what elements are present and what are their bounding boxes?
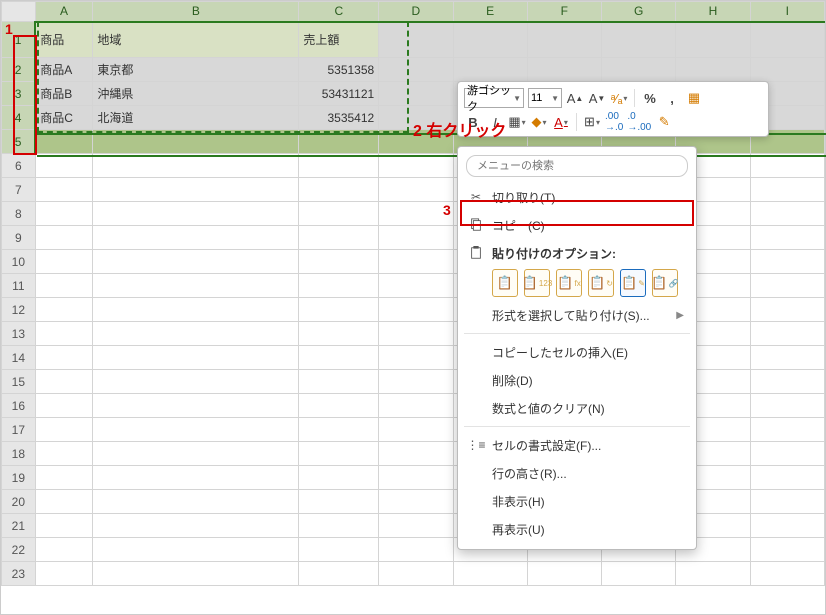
row-header-10[interactable]: 10 [2, 250, 36, 274]
row-header-5[interactable]: 5 [2, 130, 36, 154]
cell-B2[interactable]: 東京都 [93, 58, 299, 82]
row-header-7[interactable]: 7 [2, 178, 36, 202]
select-all-corner[interactable] [2, 2, 36, 22]
menu-hide[interactable]: 非表示(H) [458, 487, 696, 515]
row-header-8[interactable]: 8 [2, 202, 36, 226]
cell-C4[interactable]: 3535412 [299, 106, 379, 130]
col-header-H[interactable]: H [676, 2, 750, 22]
decrease-decimal-icon[interactable]: .00→.0 [605, 112, 623, 132]
decrease-font-icon[interactable]: A▼ [588, 88, 606, 108]
row-header-16[interactable]: 16 [2, 394, 36, 418]
font-name-combo[interactable]: 游ゴシック▼ [464, 88, 524, 108]
cell-B3[interactable]: 沖縄県 [93, 82, 299, 106]
border-icon[interactable]: ▦▾ [508, 112, 526, 132]
row-header-11[interactable]: 11 [2, 274, 36, 298]
cell-C3[interactable]: 53431121 [299, 82, 379, 106]
cell-G1[interactable] [601, 22, 675, 58]
menu-delete[interactable]: 削除(D) [458, 366, 696, 394]
menu-cut[interactable]: ✂ 切り取り(T) [458, 183, 696, 211]
row-header-14[interactable]: 14 [2, 346, 36, 370]
cut-icon: ✂ [468, 190, 484, 204]
annotation-1: 1 [5, 21, 13, 37]
font-size-combo[interactable]: 11▼ [528, 88, 562, 108]
menu-paste-options-label: 貼り付けのオプション: [458, 239, 696, 267]
paste-icon [468, 246, 484, 260]
row-header-22[interactable]: 22 [2, 538, 36, 562]
row-header-9[interactable]: 9 [2, 226, 36, 250]
comma-icon[interactable]: , [663, 88, 681, 108]
row-header-15[interactable]: 15 [2, 370, 36, 394]
col-header-I[interactable]: I [750, 2, 824, 22]
percent-icon[interactable]: % [641, 88, 659, 108]
col-header-A[interactable]: A [35, 2, 93, 22]
row-header-23[interactable]: 23 [2, 562, 36, 586]
table-format-icon[interactable]: ▦ [685, 88, 703, 108]
cell-D1[interactable] [379, 22, 453, 58]
paste-option-values[interactable]: 📋123 [524, 269, 550, 297]
cell-C1[interactable]: 売上額 [299, 22, 379, 58]
paste-option-link[interactable]: 📋🔗 [652, 269, 678, 297]
paste-option-formatting[interactable]: 📋✎ [620, 269, 646, 297]
row-header-12[interactable]: 12 [2, 298, 36, 322]
menu-insert-copied[interactable]: コピーしたセルの挿入(E) [458, 338, 696, 366]
increase-decimal-icon[interactable]: .0→.00 [627, 112, 651, 132]
col-header-F[interactable]: F [527, 2, 601, 22]
menu-unhide[interactable]: 再表示(U) [458, 515, 696, 543]
context-menu: ✂ 切り取り(T) コピー(C) 貼り付けのオプション: 📋 📋123 📋fx … [457, 146, 697, 550]
cell-A2[interactable]: 商品A [35, 58, 93, 82]
paste-options-row: 📋 📋123 📋fx 📋↻ 📋✎ 📋🔗 [458, 267, 696, 301]
fill-color-icon[interactable]: ◆▾ [530, 112, 548, 132]
annotation-2: 2 右クリック [413, 117, 506, 141]
menu-search[interactable] [466, 155, 688, 177]
cell-B1[interactable]: 地域 [93, 22, 299, 58]
row-header-19[interactable]: 19 [2, 466, 36, 490]
merge-center-icon[interactable]: ⊞▾ [583, 112, 601, 132]
menu-format-cells[interactable]: ⋮≡ セルの書式設定(F)... [458, 431, 696, 459]
cell-H1[interactable] [676, 22, 750, 58]
menu-paste-special[interactable]: 形式を選択して貼り付け(S)... ▶ [458, 301, 696, 329]
row-header-20[interactable]: 20 [2, 490, 36, 514]
row-header-18[interactable]: 18 [2, 442, 36, 466]
menu-clear[interactable]: 数式と値のクリア(N) [458, 394, 696, 422]
row-header-17[interactable]: 17 [2, 418, 36, 442]
cell-A1[interactable]: 商品 [35, 22, 93, 58]
font-color-icon[interactable]: A▾ [552, 112, 570, 132]
menu-separator [464, 333, 690, 334]
paste-option-all[interactable]: 📋 [492, 269, 518, 297]
col-header-G[interactable]: G [601, 2, 675, 22]
paste-option-formulas[interactable]: 📋fx [556, 269, 582, 297]
copy-icon [468, 218, 484, 232]
row-header-4[interactable]: 4 [2, 106, 36, 130]
col-header-E[interactable]: E [453, 2, 527, 22]
cell-C2[interactable]: 5351358 [299, 58, 379, 82]
cell-E1[interactable] [453, 22, 527, 58]
cell-A4[interactable]: 商品C [35, 106, 93, 130]
row-header-13[interactable]: 13 [2, 322, 36, 346]
annotation-3: 3 [443, 202, 451, 218]
cell-F1[interactable] [527, 22, 601, 58]
cell-I1[interactable] [750, 22, 824, 58]
submenu-arrow-icon: ▶ [676, 310, 684, 321]
col-header-C[interactable]: C [299, 2, 379, 22]
column-header-row[interactable]: A B C D E F G H I [2, 2, 825, 22]
format-cells-icon: ⋮≡ [468, 438, 484, 452]
menu-separator [464, 426, 690, 427]
row-header-21[interactable]: 21 [2, 514, 36, 538]
cell-A3[interactable]: 商品B [35, 82, 93, 106]
row-header-3[interactable]: 3 [2, 82, 36, 106]
format-painter-icon[interactable]: ✎ [655, 112, 673, 132]
phonetic-icon[interactable]: ᵃ⁄ₐ▾ [610, 88, 628, 108]
cell-B4[interactable]: 北海道 [93, 106, 299, 130]
col-header-D[interactable]: D [379, 2, 453, 22]
increase-font-icon[interactable]: A▲ [566, 88, 584, 108]
menu-search-input[interactable] [466, 155, 688, 177]
paste-option-transpose[interactable]: 📋↻ [588, 269, 614, 297]
row-header-2[interactable]: 2 [2, 58, 36, 82]
row-header-6[interactable]: 6 [2, 154, 36, 178]
col-header-B[interactable]: B [93, 2, 299, 22]
menu-copy[interactable]: コピー(C) [458, 211, 696, 239]
menu-row-height[interactable]: 行の高さ(R)... [458, 459, 696, 487]
